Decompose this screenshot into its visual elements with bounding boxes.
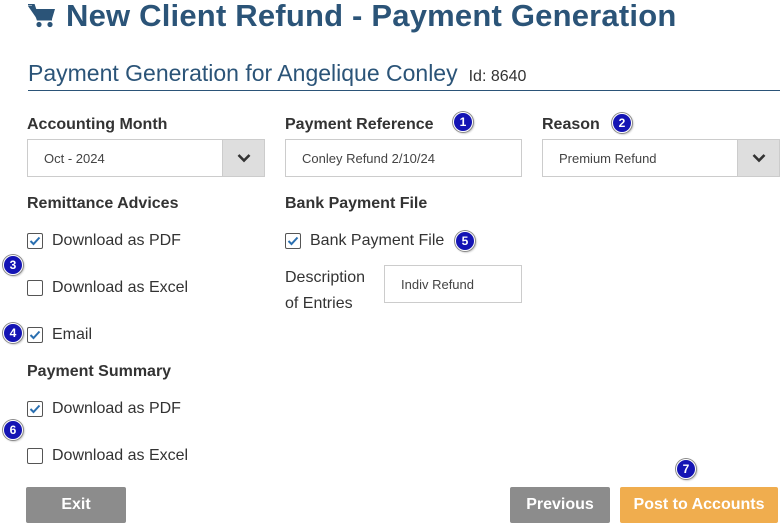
bank-payment-file-label: Bank Payment File xyxy=(285,195,428,212)
shopping-cart-icon xyxy=(28,4,55,28)
remittance-email-label: Email xyxy=(52,326,93,343)
checkmark-icon xyxy=(29,236,41,246)
description-label-line2: of Entries xyxy=(285,295,353,312)
page-title: New Client Refund - Payment Generation xyxy=(66,0,677,33)
bank-payment-file-checkbox-label: Bank Payment File xyxy=(310,232,445,249)
remittance-pdf-checkbox[interactable] xyxy=(27,233,43,249)
step-badge-4: 4 xyxy=(3,323,23,343)
reason-label: Reason xyxy=(542,116,600,133)
accounting-month-label: Accounting Month xyxy=(27,116,168,133)
step-badge-3: 3 xyxy=(3,255,23,275)
reason-value: Premium Refund xyxy=(559,150,657,166)
step-badge-1: 1 xyxy=(453,112,473,132)
page-header: New Client Refund - Payment Generation xyxy=(28,0,676,36)
summary-excel-checkbox[interactable] xyxy=(27,448,43,464)
remittance-excel-option[interactable]: Download as Excel xyxy=(27,278,188,298)
previous-button[interactable]: Previous xyxy=(510,487,610,523)
bank-payment-file-checkbox[interactable] xyxy=(285,233,301,249)
remittance-excel-label: Download as Excel xyxy=(52,279,189,296)
description-label-line1: Description xyxy=(285,269,366,286)
summary-excel-option[interactable]: Download as Excel xyxy=(27,446,188,466)
summary-pdf-checkbox[interactable] xyxy=(27,401,43,417)
chevron-down-icon[interactable] xyxy=(737,140,779,176)
step-badge-6: 6 xyxy=(3,420,23,440)
step-badge-5: 5 xyxy=(455,231,475,251)
post-to-accounts-button[interactable]: Post to Accounts xyxy=(620,487,778,523)
remittance-advices-label: Remittance Advices xyxy=(27,195,179,212)
bank-payment-file-option[interactable]: Bank Payment File xyxy=(285,231,444,251)
divider xyxy=(28,90,780,91)
description-of-entries-input[interactable]: Indiv Refund xyxy=(384,265,522,303)
remittance-pdf-option[interactable]: Download as PDF xyxy=(27,231,181,251)
checkmark-icon xyxy=(29,404,41,414)
subtitle-row: Payment Generation for Angelique Conley … xyxy=(28,60,526,87)
accounting-month-value: Oct - 2024 xyxy=(44,150,105,166)
payment-reference-label: Payment Reference xyxy=(285,116,434,133)
payment-reference-input[interactable]: Conley Refund 2/10/24 xyxy=(285,139,522,177)
checkmark-icon xyxy=(287,236,299,246)
payment-summary-label: Payment Summary xyxy=(27,363,172,380)
reason-select[interactable]: Premium Refund xyxy=(542,139,780,177)
summary-pdf-option[interactable]: Download as PDF xyxy=(27,399,181,419)
summary-excel-label: Download as Excel xyxy=(52,447,189,464)
step-badge-7: 7 xyxy=(676,459,696,479)
step-badge-2: 2 xyxy=(612,113,632,133)
accounting-month-select[interactable]: Oct - 2024 xyxy=(27,139,265,177)
client-id: Id: 8640 xyxy=(468,68,527,85)
remittance-excel-checkbox[interactable] xyxy=(27,280,43,296)
chevron-down-icon[interactable] xyxy=(222,140,264,176)
remittance-email-checkbox[interactable] xyxy=(27,327,43,343)
checkmark-icon xyxy=(29,330,41,340)
exit-button[interactable]: Exit xyxy=(26,487,126,523)
summary-pdf-label: Download as PDF xyxy=(52,400,181,417)
page-subtitle: Payment Generation for Angelique Conley xyxy=(28,60,458,86)
description-of-entries-label: Description of Entries xyxy=(285,265,365,317)
remittance-pdf-label: Download as PDF xyxy=(52,232,181,249)
remittance-email-option[interactable]: Email xyxy=(27,325,92,345)
